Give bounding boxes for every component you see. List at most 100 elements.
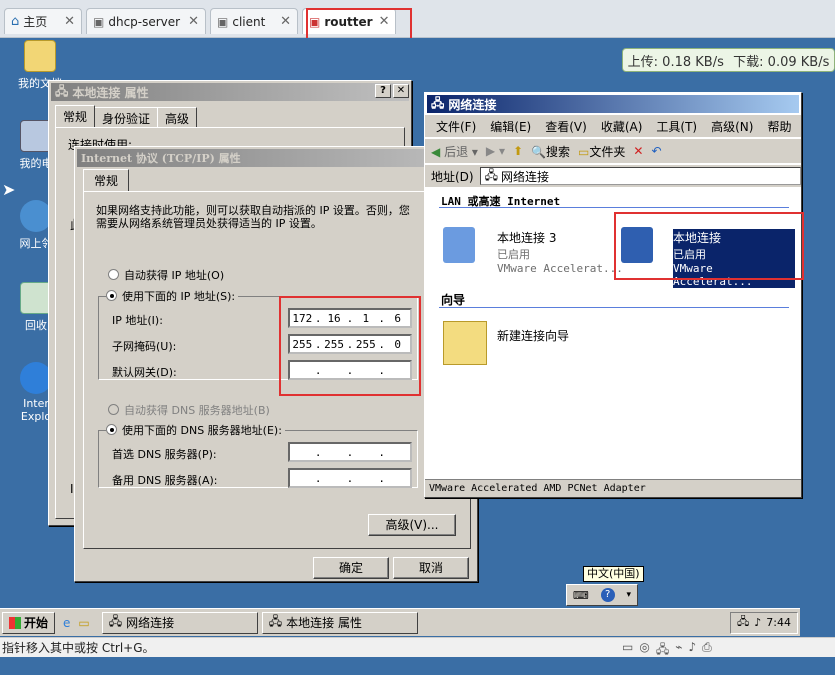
task-local-connection-properties[interactable]: 🖧 本地连接 属性 [261,611,418,634]
close-icon[interactable]: ✕ [64,14,75,29]
ip-address-label: IP 地址(I): [112,314,163,327]
menu-bar: 文件(F) 编辑(E) 查看(V) 收藏(A) 工具(T) 高级(N) 帮助 [425,115,801,137]
language-bar: ⌨ ? ▾ [566,584,638,606]
highlight-box [306,8,412,42]
window-title: 网络连接 [448,97,497,112]
vm-tab-label: client [232,14,266,29]
title-bar: 🖧 本地连接 属性 [51,83,409,101]
tab-authentication[interactable]: 身份验证 [94,107,159,127]
radio-label: 自动获得 IP 地址(O) [124,269,225,282]
network-icon: 🖧 [268,614,283,628]
radio-icon [106,424,117,435]
menu-file[interactable]: 文件(F) [429,115,483,138]
system-tray: 🖧 ♪ 7:44 [730,611,798,634]
preferred-dns-field[interactable]: ... [288,442,412,462]
vm-tab-label: 主页 [23,15,48,29]
divider [439,307,789,308]
network-connections-window: 🖧 网络连接 文件(F) 编辑(E) 查看(V) 收藏(A) 工具(T) 高级(… [424,92,802,498]
menu-help[interactable]: 帮助 [760,115,798,138]
auto-dns-radio[interactable]: 自动获得 DNS 服务器地址(B) [108,402,270,418]
printer-icon[interactable]: ⎙ [702,640,712,661]
close-icon[interactable]: ✕ [280,14,291,29]
volume-icon[interactable]: ♪ [754,616,761,629]
highlight-box [279,296,421,396]
highlight-box [614,212,804,280]
auto-ip-radio[interactable]: 自动获得 IP 地址(O) [108,267,224,283]
task-network-connections[interactable]: 🖧 网络连接 [101,611,258,634]
vm-tab-dhcp-server[interactable]: ▣ dhcp-server ✕ [86,8,206,34]
vm-icon: ▣ [93,14,105,29]
address-bar: 地址(D) 🖧 网络连接 [425,165,801,187]
net-speed-widget: 上传: 0.18 KB/s 下载: 0.09 KB/s [622,48,835,72]
network-tray-icon[interactable]: 🖧 [737,613,749,632]
divider [439,207,789,208]
dialog-title: 本地连接 属性 [72,85,149,100]
close-button[interactable]: ✕ [393,84,409,98]
up-folder-icon[interactable]: ⬆ [513,144,523,158]
folder-icon [24,40,56,72]
sound-icon[interactable]: ♪ [688,640,696,661]
menu-tools[interactable]: 工具(T) [649,115,704,138]
clock: 7:44 [766,616,791,629]
folders-button[interactable]: ▭文件夹 [578,143,625,160]
props-tabs: 常规 身份验证 高级 [55,105,198,127]
chevron-down-icon[interactable]: ▾ [627,590,632,600]
usb-icon[interactable]: ⌁ [675,640,682,661]
search-button[interactable]: 🔍搜索 [531,143,570,160]
wizard-icon [443,321,487,365]
alternate-dns-field[interactable]: ... [288,468,412,488]
network-icon: 🖧 [431,95,445,110]
start-button[interactable]: 开始 [2,611,56,634]
device-icons: ▭ ◎ 🖧 ⌁ ♪ ⎙ [622,640,712,661]
use-dns-radio[interactable]: 使用下面的 DNS 服务器地址(E): [106,422,285,438]
radio-label: 使用下面的 DNS 服务器地址(E): [122,424,282,437]
windows-logo-icon [9,616,21,629]
menu-edit[interactable]: 编辑(E) [483,115,538,138]
use-ip-radio[interactable]: 使用下面的 IP 地址(S): [106,288,239,304]
radio-icon [106,290,117,301]
network-icon[interactable]: 🖧 [656,640,669,661]
help-icon[interactable]: ? [600,588,615,602]
vm-tab-bar: ⌂ 主页 ✕ ▣ dhcp-server ✕ ▣ client ✕ ▣ rout… [0,0,835,38]
advanced-button[interactable]: 高级(V)... [368,514,456,536]
tab-general[interactable]: 常规 [83,169,130,191]
undo-icon[interactable]: ↶ [651,144,661,158]
folder-quicklaunch-icon[interactable]: ▭ [78,616,89,630]
tab-general[interactable]: 常规 [55,105,96,127]
menu-view[interactable]: 查看(V) [538,115,594,138]
menu-favorites[interactable]: 收藏(A) [594,115,650,138]
cd-icon[interactable]: ◎ [639,640,649,661]
search-icon: 🔍 [531,144,547,159]
tcpip-tabs: 常规 [83,169,130,191]
home-icon: ⌂ [11,14,20,29]
back-arrow-icon: ◀ [431,144,441,159]
radio-icon [108,269,119,280]
default-gateway-label: 默认网关(D): [112,366,177,379]
vm-tab-client[interactable]: ▣ client ✕ [210,8,298,34]
close-icon[interactable]: ✕ [188,14,199,29]
vm-tab-home[interactable]: ⌂ 主页 ✕ [4,8,82,34]
cancel-button[interactable]: 取消 [393,557,469,579]
preferred-dns-label: 首选 DNS 服务器(P): [112,448,217,461]
ie-quicklaunch-icon[interactable]: e [63,616,70,630]
title-bar: Internet 协议 (TCP/IP) 属性 [77,149,475,167]
wizard-group-header: 向导 [441,293,466,307]
title-bar: 🖧 网络连接 [427,95,799,113]
network-icon: 🖧 [108,614,123,628]
address-input[interactable]: 🖧 网络连接 [479,167,801,185]
subnet-mask-label: 子网掩码(U): [112,340,177,353]
ok-button[interactable]: 确定 [313,557,389,579]
menu-advanced[interactable]: 高级(N) [704,115,760,138]
disk-icon[interactable]: ▭ [622,640,633,661]
status-bar: VMware Accelerated AMD PCNet Adapter [425,479,801,497]
tab-advanced[interactable]: 高级 [157,107,198,127]
dialog-title: Internet 协议 (TCP/IP) 属性 [81,152,241,165]
address-label: 地址(D) [431,169,474,184]
help-button[interactable]: ? [375,84,391,98]
folder-icon: ▭ [578,144,590,159]
back-button[interactable]: ◀ 后退 ▾ [431,143,478,160]
forward-arrow-icon[interactable]: ▶ ▾ [486,144,505,158]
delete-icon[interactable]: ✕ [633,144,643,158]
keyboard-icon[interactable]: ⌨ [573,589,589,602]
network-adapter-icon [443,227,475,263]
